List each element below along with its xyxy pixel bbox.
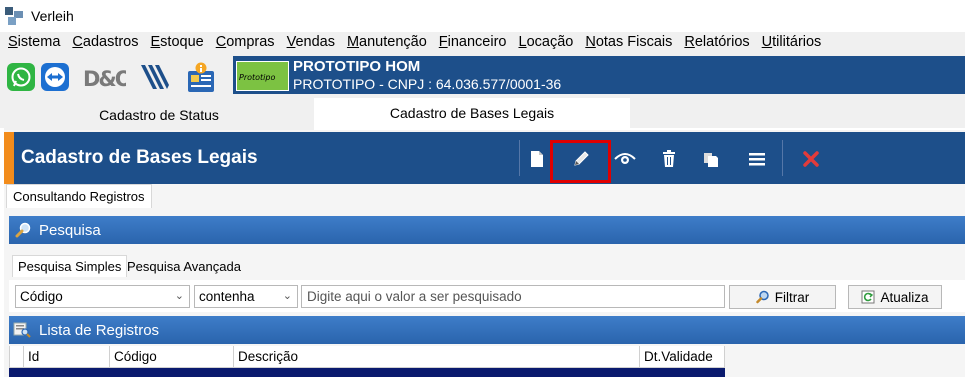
search-field-select-value: Código [20, 289, 63, 304]
refresh-button-label: Atualiza [880, 289, 929, 305]
menu-relatorios[interactable]: Relatórios [680, 34, 753, 50]
window-title: Verleih [31, 8, 74, 24]
column-header-id[interactable]: Id [23, 346, 109, 368]
menu-bar: Sistema Cadastros Estoque Compras Vendas… [0, 32, 965, 52]
document-tabs: Cadastro de Status Cadastro de Bases Leg… [0, 98, 965, 130]
search-section-title: Pesquisa [39, 221, 101, 239]
teamviewer-icon[interactable] [40, 62, 70, 92]
menu-utilitarios[interactable]: Utilitários [758, 34, 826, 50]
search-field-select[interactable]: Código ⌄ [15, 285, 190, 308]
list-section-header: Lista de Registros [9, 316, 965, 344]
column-header-codigo[interactable]: Código [109, 346, 233, 368]
info-id-card-icon[interactable] [186, 62, 216, 92]
app-icon [5, 7, 23, 25]
company-name: PROTOTIPO HOM [293, 58, 421, 75]
edit-button-highlight [550, 140, 611, 183]
filter-button[interactable]: Filtrar [729, 285, 836, 309]
copy-icon[interactable] [692, 140, 730, 178]
company-logo: Prototipo [236, 61, 289, 91]
company-logo-text: Prototipo [239, 73, 276, 82]
records-grid-header: Id Código Descrição Dt.Validade [9, 346, 725, 368]
table-row-selected[interactable] [9, 368, 725, 377]
toolbar-separator [782, 140, 783, 176]
form-header-accent [4, 132, 14, 184]
dio-logo-icon[interactable]: D&O [82, 62, 134, 92]
menu-financeiro[interactable]: Financeiro [435, 34, 511, 50]
view-eye-icon[interactable] [606, 140, 644, 178]
search-icon [756, 290, 770, 304]
search-operator-select[interactable]: contenha ⌄ [194, 285, 298, 308]
menu-manutencao[interactable]: Manutenção [343, 34, 431, 50]
form-title: Cadastro de Bases Legais [21, 147, 258, 168]
menu-compras[interactable]: Compras [212, 34, 279, 50]
column-header-descricao[interactable]: Descrição [233, 346, 639, 368]
company-cnpj: PROTOTIPO - CNPJ : 64.036.577/0001-36 [293, 76, 562, 92]
chevron-down-icon: ⌄ [282, 290, 292, 302]
row-indicator-column [9, 346, 23, 368]
tab-pesquisa-avancada[interactable]: Pesquisa Avançada [122, 255, 246, 277]
company-header: Prototipo PROTOTIPO HOM PROTOTIPO - CNPJ… [233, 56, 965, 94]
refresh-icon [861, 290, 875, 304]
filter-button-label: Filtrar [774, 289, 810, 305]
list-menu-icon[interactable] [738, 140, 776, 178]
list-search-icon [13, 322, 31, 338]
tab-cadastro-de-status[interactable]: Cadastro de Status [4, 100, 314, 130]
title-bar: Verleih [0, 0, 965, 32]
menu-notas-fiscais[interactable]: Notas Fiscais [581, 34, 676, 50]
menu-locacao[interactable]: Locação [514, 34, 577, 50]
menu-estoque[interactable]: Estoque [147, 34, 208, 50]
magnifier-icon [15, 222, 31, 238]
search-fields-row: Código ⌄ contenha ⌄ Digite aqui o valor … [9, 280, 965, 312]
list-section-title: Lista de Registros [39, 321, 160, 339]
search-input[interactable]: Digite aqui o valor a ser pesquisado [301, 285, 725, 308]
menu-sistema[interactable]: Sistema [4, 34, 64, 50]
svg-text:D&O: D&O [83, 67, 126, 91]
close-x-icon[interactable] [792, 140, 830, 178]
search-section-header: Pesquisa [9, 216, 965, 244]
form-header: Cadastro de Bases Legais [4, 132, 965, 184]
menu-vendas[interactable]: Vendas [283, 34, 339, 50]
chevron-down-icon: ⌄ [174, 290, 184, 302]
delete-trash-icon[interactable] [650, 140, 688, 178]
tab-consultando-registros[interactable]: Consultando Registros [6, 184, 152, 208]
tab-cadastro-de-bases-legais[interactable]: Cadastro de Bases Legais [314, 98, 630, 128]
menu-cadastros[interactable]: Cadastros [68, 34, 142, 50]
refresh-button[interactable]: Atualiza [848, 285, 942, 309]
whatsapp-icon[interactable] [6, 62, 36, 92]
column-header-dt-validade[interactable]: Dt.Validade [639, 346, 725, 368]
tab-pesquisa-simples[interactable]: Pesquisa Simples [12, 255, 128, 277]
search-operator-select-value: contenha [199, 289, 255, 304]
vektor-logo-icon[interactable] [140, 62, 170, 92]
